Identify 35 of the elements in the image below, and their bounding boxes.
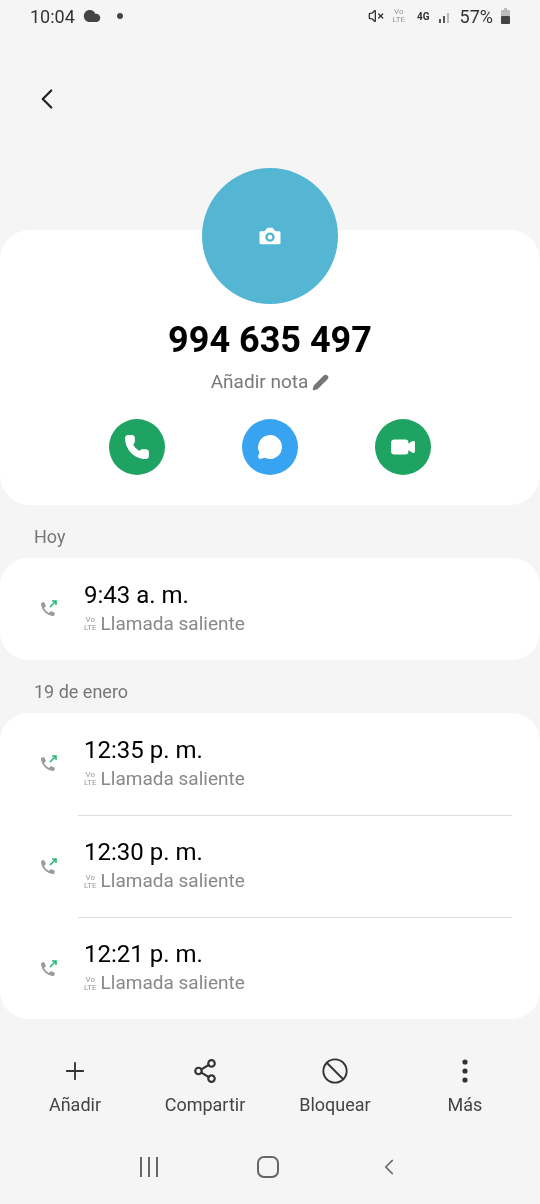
phone-number: 994 635 497 bbox=[168, 318, 372, 363]
home-icon[interactable] bbox=[257, 1156, 279, 1178]
call-type: Llamada saliente bbox=[100, 610, 245, 637]
block-icon bbox=[321, 1057, 349, 1085]
message-icon bbox=[257, 433, 283, 460]
action-button[interactable]: Añadir bbox=[15, 1055, 135, 1118]
call-time: 12:35 p. m. bbox=[84, 734, 204, 765]
action-button[interactable]: Más bbox=[405, 1055, 525, 1118]
cloud-icon bbox=[82, 7, 101, 25]
recent-apps-icon[interactable] bbox=[138, 1156, 161, 1178]
more-icon bbox=[462, 1059, 468, 1083]
date-header: Hoy bbox=[34, 525, 66, 549]
status-time: 10:04 bbox=[30, 4, 75, 29]
call-time: 12:21 p. m. bbox=[84, 939, 204, 970]
battery-percent: 57% bbox=[459, 4, 493, 29]
call-time: 12:30 p. m. bbox=[84, 837, 204, 868]
share-icon bbox=[192, 1058, 218, 1084]
volte-label: Vo LTE bbox=[84, 873, 97, 890]
phone-icon bbox=[123, 433, 150, 460]
call-time: 9:43 a. m. bbox=[84, 579, 190, 610]
action-button[interactable]: Bloquear bbox=[275, 1055, 395, 1118]
volte-label: Vo LTE bbox=[84, 975, 97, 992]
volte-label: Vo LTE bbox=[84, 616, 97, 632]
call-type: Llamada saliente bbox=[100, 970, 245, 997]
date-header: 19 de enero bbox=[34, 680, 129, 704]
pencil-icon bbox=[312, 373, 330, 391]
volte-label: Vo LTE bbox=[392, 8, 405, 24]
add-note-button[interactable]: Añadir nota bbox=[210, 368, 330, 397]
mute-icon bbox=[368, 8, 385, 24]
network-label: 4G bbox=[417, 9, 430, 24]
call-type: Llamada saliente bbox=[100, 868, 245, 895]
volte-label: Vo LTE bbox=[84, 771, 97, 787]
action-button[interactable]: Compartir bbox=[145, 1055, 265, 1118]
call-type: Llamada saliente bbox=[100, 765, 245, 792]
battery-icon bbox=[501, 8, 510, 24]
